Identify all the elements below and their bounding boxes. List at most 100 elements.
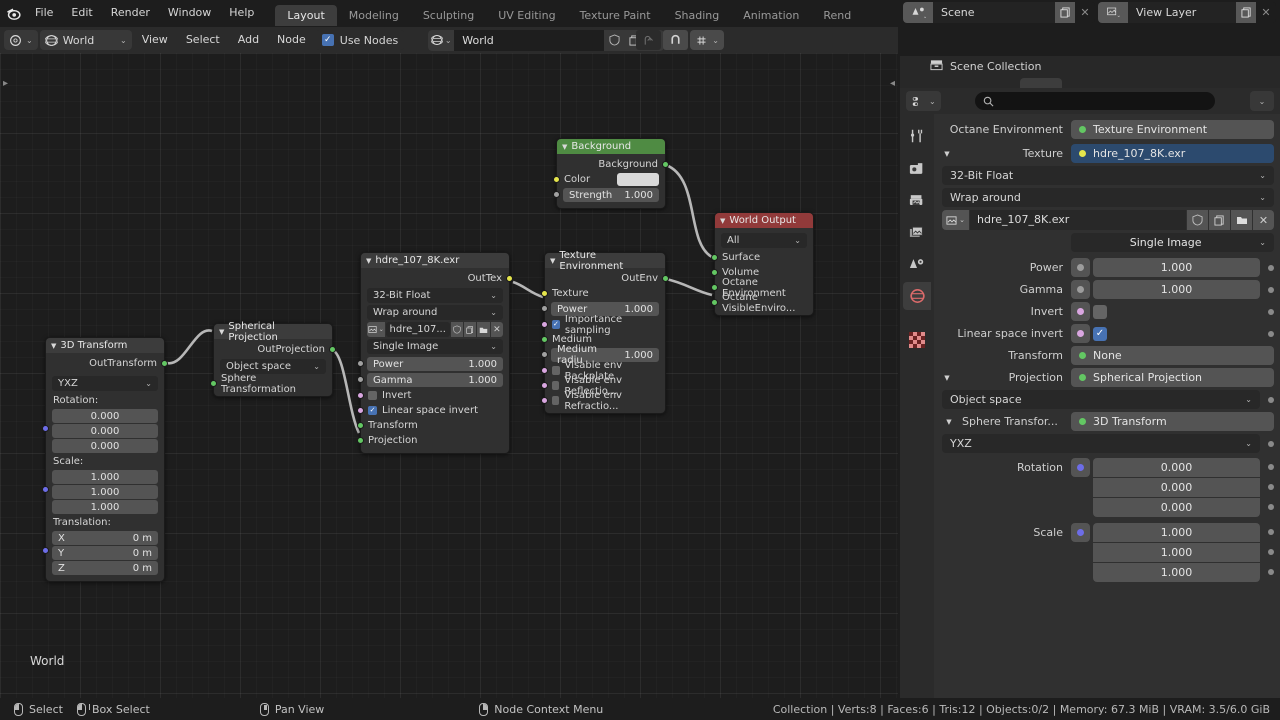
- node-background[interactable]: ▼ Background Background Color Strength 1…: [553, 138, 669, 209]
- scene-name[interactable]: Scene: [933, 2, 1055, 23]
- rotation-z-field[interactable]: 0.000: [1093, 498, 1260, 517]
- node-texture-environment-header[interactable]: ▼ Texture Environment: [545, 250, 665, 272]
- linear-space-invert-checkbox[interactable]: [368, 406, 377, 415]
- fake-user-button[interactable]: [1187, 210, 1208, 230]
- view-layer-icon[interactable]: ⌄: [1098, 2, 1128, 23]
- node-spherical-projection[interactable]: ▼ Spherical Projection OutProjection Obj…: [210, 321, 336, 397]
- properties-tab-world[interactable]: [903, 282, 931, 310]
- properties-tab-scene[interactable]: [903, 250, 931, 278]
- fake-user-button[interactable]: [604, 29, 625, 51]
- row-scale[interactable]: Scale 1.000 1.000 1.000: [934, 523, 1280, 582]
- socket-outtex-out[interactable]: [506, 275, 513, 282]
- node-image-texture-invert-row[interactable]: Invert: [357, 388, 509, 403]
- scene-icon[interactable]: ⌄: [903, 2, 933, 23]
- world-browse-icon[interactable]: ⌄: [428, 29, 455, 51]
- socket-outtransform-out[interactable]: [161, 360, 168, 367]
- rotation-y-animate-dot[interactable]: [1268, 484, 1274, 490]
- workspace-tab-texture-paint[interactable]: Texture Paint: [568, 5, 663, 26]
- menu-render[interactable]: Render: [102, 3, 159, 23]
- wrap-mode-dropdown[interactable]: Wrap around ⌄: [942, 188, 1274, 207]
- socket-medium-in[interactable]: [541, 336, 548, 343]
- node-world-output[interactable]: ▼ World Output All ⌄ Surface Volume Octa…: [711, 212, 814, 316]
- open-image-folder-icon[interactable]: [477, 322, 490, 337]
- socket-medium-radius-in[interactable]: [541, 351, 548, 358]
- scale-z-animate-dot[interactable]: [1268, 569, 1274, 575]
- socket-surface-in[interactable]: [711, 254, 718, 261]
- row-texture[interactable]: ▼ Texture hdre_107_8K.exr: [934, 144, 1280, 163]
- collapse-triangle-icon[interactable]: ▼: [562, 143, 567, 151]
- snap-target-button[interactable]: [636, 30, 662, 50]
- image-name-field[interactable]: hdre_107...: [385, 322, 450, 337]
- socket-projection-in[interactable]: [357, 437, 364, 444]
- projection-expand-triangle-icon[interactable]: ▼: [940, 374, 954, 382]
- node-image-texture-wrap-dropdown[interactable]: Wrap around ⌄: [367, 305, 503, 320]
- fake-user-icon[interactable]: [450, 322, 464, 337]
- copy-image-icon[interactable]: [464, 322, 477, 337]
- image-power-field[interactable]: Power 1.000: [367, 357, 503, 371]
- texture-expand-triangle-icon[interactable]: ▼: [940, 150, 954, 158]
- copy-image-button[interactable]: [1209, 210, 1230, 230]
- node-world-output-visible-env-row[interactable]: Octane VisibleEnviro...: [711, 292, 813, 314]
- row-linear-space-invert[interactable]: Linear space invert: [934, 324, 1280, 343]
- socket-scale-in[interactable]: [42, 486, 49, 493]
- socket-strength-in[interactable]: [553, 191, 560, 198]
- world-name-field[interactable]: World: [454, 29, 605, 51]
- socket-background-out[interactable]: [662, 161, 669, 168]
- node-background-output-row[interactable]: Background: [557, 157, 669, 172]
- scale-x-field[interactable]: 1.000: [52, 470, 158, 484]
- node-menu-select[interactable]: Select: [178, 30, 228, 50]
- visible-env-reflection-checkbox[interactable]: [552, 381, 560, 390]
- row-rotation-order[interactable]: YXZ ⌄: [934, 434, 1280, 453]
- scale-y-field[interactable]: 1.000: [52, 485, 158, 499]
- scale-x-field[interactable]: 1.000: [1093, 523, 1260, 542]
- importance-sampling-checkbox[interactable]: [552, 320, 560, 329]
- power-animate-dot[interactable]: [1268, 264, 1274, 271]
- image-browse-icon[interactable]: ⌄: [367, 322, 385, 337]
- socket-outenv-out[interactable]: [662, 275, 669, 282]
- invert-checkbox[interactable]: [1093, 304, 1107, 319]
- node-texture-environment[interactable]: ▼ Texture Environment OutEnv Texture Pow…: [541, 250, 669, 414]
- outliner-scrollbar[interactable]: [1020, 78, 1062, 88]
- collapse-triangle-icon[interactable]: ▼: [51, 342, 56, 350]
- node-background-strength-row[interactable]: Strength 1.000: [553, 187, 665, 203]
- unlink-image-button[interactable]: ✕: [1253, 210, 1274, 230]
- node-menu-add[interactable]: Add: [230, 30, 267, 50]
- socket-visible-env-backplate-in[interactable]: [541, 367, 548, 374]
- gamma-animate-dot[interactable]: [1268, 286, 1274, 293]
- rotation-order-dropdown[interactable]: YXZ ⌄: [942, 434, 1260, 453]
- linear-space-invert-animate-dot[interactable]: [1268, 330, 1274, 337]
- node-3d-transform-output-row[interactable]: OutTransform: [46, 356, 168, 371]
- row-invert[interactable]: Invert: [934, 302, 1280, 321]
- projection-value[interactable]: Spherical Projection: [1071, 368, 1274, 387]
- linear-space-invert-checkbox[interactable]: [1093, 326, 1107, 341]
- node-editor-canvas[interactable]: ▸ ◂ ▼ Background Background Color Streng…: [0, 53, 898, 698]
- linear-space-invert-socket-toggle[interactable]: [1071, 324, 1090, 343]
- socket-octane-visible-environment-in[interactable]: [711, 299, 718, 306]
- viewlayer-datablock[interactable]: ⌄ View Layer ✕: [1098, 2, 1276, 23]
- node-menu-node[interactable]: Node: [269, 30, 314, 50]
- rotation-socket-toggle[interactable]: [1071, 458, 1090, 477]
- node-image-texture-transform-row[interactable]: Transform: [357, 418, 509, 433]
- rotation-order-animate-dot[interactable]: [1268, 440, 1274, 447]
- scale-x-animate-dot[interactable]: [1268, 529, 1274, 535]
- node-background-strength-field[interactable]: Strength 1.000: [563, 188, 659, 202]
- unlink-image-icon[interactable]: ✕: [490, 322, 504, 337]
- workspace-tab-rendering[interactable]: Rend: [811, 5, 863, 26]
- node-3d-transform-rotation-fields[interactable]: 0.000 0.000 0.000: [42, 409, 164, 453]
- row-projection[interactable]: ▼ Projection Spherical Projection: [934, 368, 1280, 387]
- socket-volume-in[interactable]: [711, 269, 718, 276]
- properties-tab-output[interactable]: [903, 186, 931, 214]
- workspace-tab-shading[interactable]: Shading: [663, 5, 732, 26]
- node-image-texture-power-row[interactable]: Power 1.000: [357, 356, 509, 372]
- node-spherical-projection-output-row[interactable]: OutProjection: [214, 342, 336, 357]
- node-menu-view[interactable]: View: [134, 30, 176, 50]
- collapse-triangle-icon[interactable]: ▼: [219, 328, 224, 336]
- octane-environment-value[interactable]: Texture Environment: [1071, 120, 1274, 139]
- node-texture-environment-output-row[interactable]: OutEnv: [545, 271, 669, 286]
- properties-tab-texture[interactable]: [903, 326, 931, 354]
- collapse-triangle-icon[interactable]: ▼: [550, 257, 555, 265]
- row-source[interactable]: Single Image ⌄: [934, 233, 1280, 252]
- scale-z-field[interactable]: 1.000: [1093, 563, 1260, 582]
- row-sphere-transform[interactable]: ▼ Sphere Transfor... 3D Transform: [934, 412, 1280, 431]
- menu-window[interactable]: Window: [159, 3, 220, 23]
